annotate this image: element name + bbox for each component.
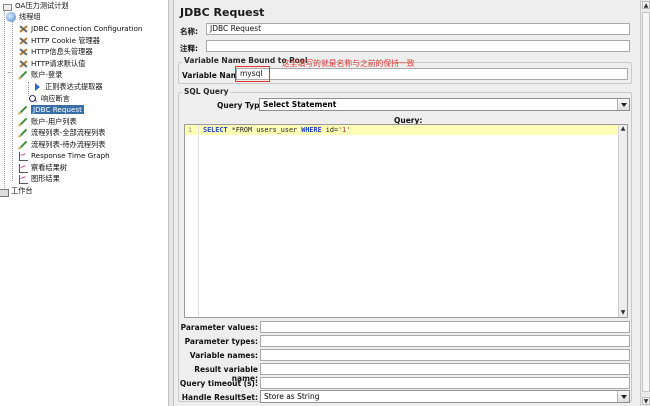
query-timeout-label: Query timeout (s): (179, 379, 258, 388)
wrench-icon (18, 24, 28, 34)
extractor-icon (32, 82, 42, 92)
graph-icon (18, 174, 28, 184)
tree-node-jdbc-request[interactable]: JDBC Request (18, 104, 84, 115)
tree-node-todo-process-list[interactable]: 流程列表-待办流程列表 (18, 139, 105, 150)
assertion-icon (28, 94, 38, 104)
wrench-icon (18, 47, 28, 57)
tree-node-test-plan[interactable]: OA压力测试计划 (2, 0, 69, 11)
editor-scrollbar[interactable]: ▲ ▼ (618, 125, 627, 317)
handle-resultset-label: Handle ResultSet: (181, 393, 258, 402)
test-plan-tree[interactable]: OA压力测试计划 线程组 JDBC Connection Configurati… (0, 0, 168, 406)
page-title: JDBC Request (180, 6, 265, 19)
scroll-up-icon[interactable]: ▲ (642, 1, 650, 9)
scroll-down-icon[interactable]: ▼ (642, 397, 650, 405)
tree-node-graph-results[interactable]: 图形结果 (18, 173, 60, 184)
comment-input[interactable] (206, 40, 630, 52)
sampler-icon (18, 128, 28, 138)
sampler-icon (18, 117, 28, 127)
graph-icon (18, 163, 28, 173)
collapse-toggle[interactable]: − (7, 70, 13, 76)
name-input[interactable]: JDBC Request (206, 23, 630, 35)
tree-node-regex-extractor[interactable]: 正则表达式提取器 (32, 81, 103, 92)
tree-node-user-list[interactable]: 账户-用户列表 (18, 116, 77, 127)
handle-resultset-value: Store as String (264, 392, 320, 401)
variable-name-input[interactable]: mysql (236, 68, 628, 80)
comment-label: 注释: (180, 44, 198, 53)
chevron-down-icon[interactable] (617, 391, 629, 402)
thread-group-icon (6, 11, 16, 22)
result-variable-name-input[interactable] (260, 363, 630, 375)
tree-node-thread-group[interactable]: 线程组 (6, 11, 41, 22)
tree-node-header-manager[interactable]: HTTP信息头管理器 (18, 46, 93, 57)
parameter-values-input[interactable] (260, 321, 630, 333)
sampler-icon (18, 105, 28, 115)
annotation-text: 这里填写的就是名称与之前的保持一致 (282, 59, 415, 68)
scroll-down-icon[interactable]: ▼ (619, 309, 627, 317)
jdbc-request-panel: JDBC Request 名称: JDBC Request 注释: Variab… (174, 0, 640, 406)
sql-text: *FROM users_user (227, 126, 302, 134)
line-gutter (185, 125, 199, 317)
parameter-types-input[interactable] (260, 335, 630, 347)
parameter-values-label: Parameter values: (180, 323, 258, 332)
annotation-box (235, 66, 270, 82)
sampler-icon (18, 70, 28, 80)
tree-guide-line (12, 21, 13, 181)
wrench-icon (18, 36, 28, 46)
sql-string: '1' (338, 126, 351, 134)
parameter-types-label: Parameter types: (184, 337, 258, 346)
variable-names-input[interactable] (260, 349, 630, 361)
scrollbar-thumb[interactable] (642, 12, 650, 392)
line-number: 1 (188, 126, 192, 134)
sampler-icon (18, 140, 28, 150)
sql-text: id= (321, 126, 339, 134)
panel-scrollbar[interactable]: ▲ ▼ (640, 0, 650, 406)
test-plan-icon (2, 1, 12, 11)
variable-names-label: Variable names: (189, 351, 258, 360)
workbench-icon (0, 186, 9, 197)
sql-query-text[interactable]: SELECT *FROM users_user WHERE id='1' (203, 126, 350, 134)
tree-node-all-process-list[interactable]: 流程列表-全部流程列表 (18, 127, 105, 138)
tree-guide-line (4, 10, 5, 192)
tree-node-login-sampler[interactable]: 账户-登录 (18, 69, 62, 80)
wrench-icon (18, 59, 28, 69)
tree-node-view-results-tree[interactable]: 察看结果树 (18, 162, 67, 173)
tree-node-cookie-manager[interactable]: HTTP Cookie 管理器 (18, 35, 100, 46)
sql-query-group-title: SQL Query (182, 87, 231, 96)
tree-node-workbench[interactable]: 工作台 (0, 185, 33, 197)
query-type-select[interactable]: Select Statement (259, 98, 630, 111)
scroll-up-icon[interactable]: ▲ (619, 125, 627, 133)
chevron-down-icon[interactable] (617, 99, 629, 110)
sql-query-editor[interactable]: 1 SELECT *FROM users_user WHERE id='1' ▲… (184, 124, 628, 318)
handle-resultset-select[interactable]: Store as String (260, 390, 630, 403)
name-label: 名称: (180, 27, 198, 36)
tree-node-response-assertion[interactable]: 响应断言 (28, 93, 70, 104)
sql-keyword: WHERE (301, 126, 322, 134)
tree-node-http-defaults[interactable]: HTTP请求默认值 (18, 58, 85, 69)
query-timeout-input[interactable] (260, 377, 630, 389)
graph-icon (18, 151, 28, 161)
tree-node-jdbc-connection-config[interactable]: JDBC Connection Configuration (18, 23, 142, 34)
tree-node-response-time-graph[interactable]: Response Time Graph (18, 150, 110, 161)
sql-keyword: SELECT (203, 126, 228, 134)
query-type-value: Select Statement (263, 100, 337, 109)
